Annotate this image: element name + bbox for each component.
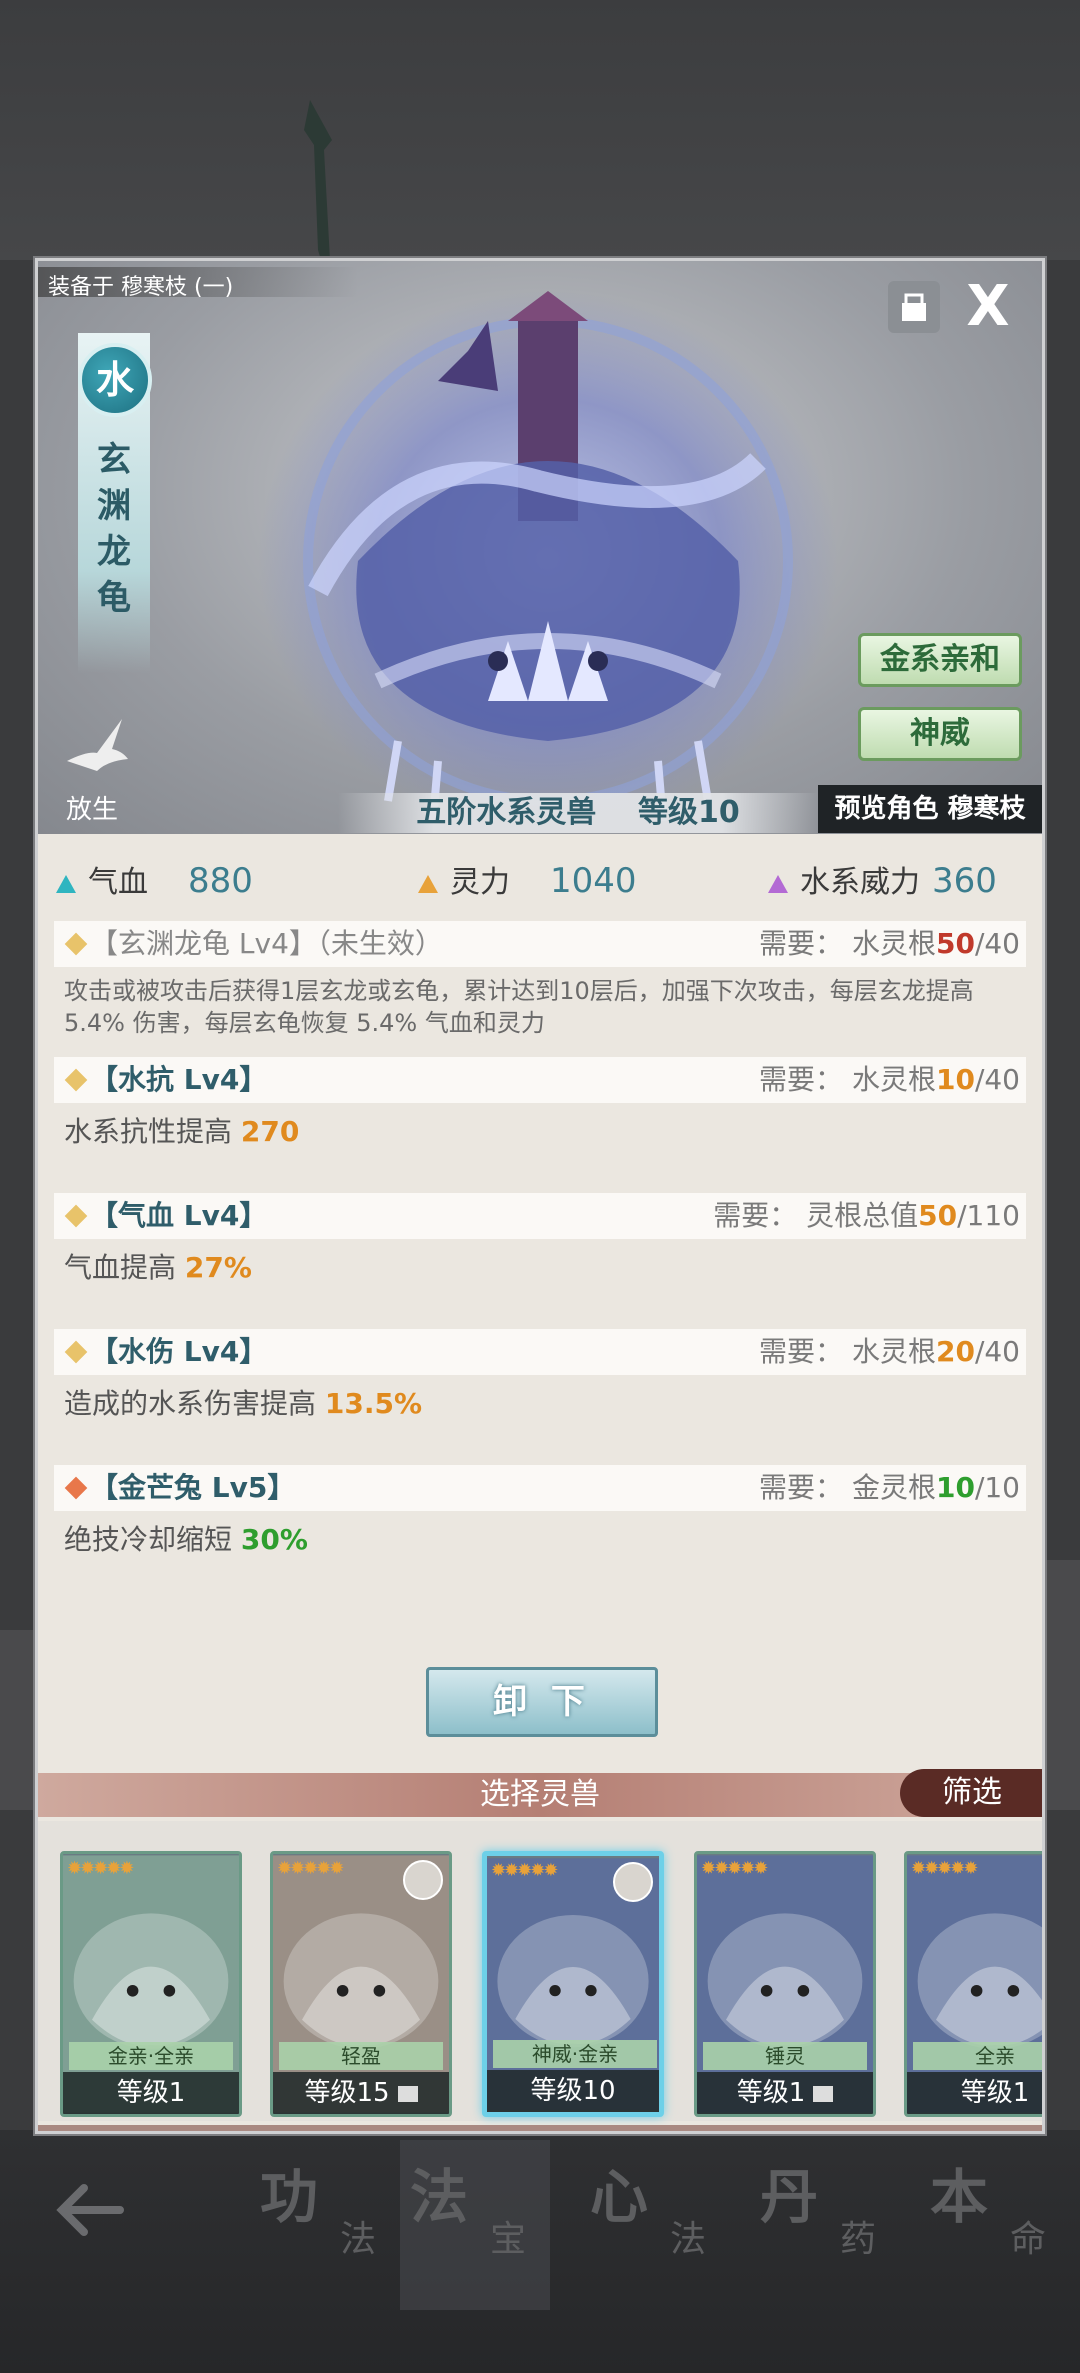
beast-card-level: 等级1 <box>63 2072 239 2114</box>
owner-avatar <box>613 1862 653 1902</box>
preview-character-button[interactable]: 预览角色 穆寒枝 <box>818 785 1042 833</box>
skill-name: 【金芒兔 Lv5】 <box>90 1471 296 1504</box>
close-button[interactable]: X <box>958 277 1018 337</box>
skill-entry: 【金芒兔 Lv5】 需要： 金灵根10/10 绝技冷却缩短 30% <box>54 1465 1026 1569</box>
skill-diamond-icon <box>64 1204 88 1228</box>
skill-diamond-icon <box>64 932 88 956</box>
skill-requirement: 需要： 水灵根10/40 <box>759 1063 1020 1096</box>
element-badge: 水 <box>78 343 152 417</box>
beast-card-tags: 金亲·全亲 <box>69 2042 233 2070</box>
lock-icon <box>397 2085 418 2102</box>
owner-avatar <box>403 1860 443 1900</box>
star-rating-icon: ✹✹✹✹✹ <box>911 1858 978 1879</box>
skill-description: 水系抗性提高 270 <box>64 1115 300 1148</box>
beast-card-tags: 神威·金亲 <box>493 2040 657 2068</box>
beast-rank-banner: 五阶水系灵兽 等级10 <box>338 793 818 833</box>
trait-button-shenwei[interactable]: 神威 <box>858 707 1022 761</box>
skill-diamond-icon <box>64 1476 88 1500</box>
unequip-button[interactable]: 卸 下 <box>426 1667 658 1737</box>
beast-card-tags: 全亲 <box>913 2042 1042 2070</box>
skill-header: 【玄渊龙龟 Lv4】（未生效） 需要： 水灵根50/40 <box>54 921 1026 967</box>
star-rating-icon: ✹✹✹✹✹ <box>701 1858 768 1879</box>
lock-icon[interactable] <box>888 281 940 333</box>
beast-card-tags: 锤灵 <box>703 2042 867 2070</box>
filter-button[interactable]: 筛选 <box>900 1769 1042 1817</box>
bottom-nav: 功 法 法 宝 心 法 丹 药 本 命 <box>0 2140 1080 2340</box>
skill-description: 气血提高 27% <box>64 1251 252 1284</box>
spirit-beast-dialog: 装备于 穆寒枝 (一) 水 玄渊龙龟 X 放生 金系亲和 神威 五阶水系灵兽 等… <box>35 258 1045 2134</box>
background-panel-right <box>1044 1560 1080 1810</box>
beast-card-level: 等级1 <box>697 2072 873 2114</box>
nav-fabao[interactable]: 法 宝 <box>400 2140 550 2310</box>
beast-card[interactable]: ✹✹✹✹✹ 轻盈 等级15 <box>270 1851 452 2117</box>
beast-card[interactable]: ✹✹✹✹✹ 金亲·全亲 等级1 <box>60 1851 242 2117</box>
background-scene <box>0 0 1080 260</box>
skill-entry: 【水抗 Lv4】 需要： 水灵根10/40 水系抗性提高 270 <box>54 1057 1026 1161</box>
skill-requirement: 需要： 灵根总值50/110 <box>713 1199 1020 1232</box>
beast-hero-panel: 装备于 穆寒枝 (一) 水 玄渊龙龟 X 放生 金系亲和 神威 五阶水系灵兽 等… <box>38 261 1042 834</box>
star-rating-icon: ✹✹✹✹✹ <box>277 1858 344 1879</box>
skill-name: 【玄渊龙龟 Lv4】（未生效） <box>90 927 443 960</box>
stat-spirit: 灵力 1040 <box>418 851 637 911</box>
skill-name: 【水抗 Lv4】 <box>90 1063 268 1096</box>
stat-hp: 气血 880 <box>56 851 253 911</box>
skill-requirement: 需要： 水灵根20/40 <box>759 1335 1020 1368</box>
skill-entry: 【玄渊龙龟 Lv4】（未生效） 需要： 水灵根50/40 攻击或被攻击后获得1层玄龙… <box>54 921 1026 1047</box>
bird-icon[interactable] <box>62 711 132 781</box>
skill-name: 【水伤 Lv4】 <box>90 1335 268 1368</box>
back-arrow-icon[interactable] <box>50 2170 130 2250</box>
equipped-label: 装备于 穆寒枝 (一) <box>38 267 358 300</box>
skill-requirement: 需要： 水灵根50/40 <box>759 927 1020 960</box>
stat-water-power: 水系威力 360 <box>768 851 997 911</box>
release-label[interactable]: 放生 <box>66 789 118 826</box>
nav-xinfa[interactable]: 心 法 <box>580 2140 730 2310</box>
select-beast-bar: 选择灵兽 <box>38 1773 1042 1817</box>
beast-card-level: 等级1 <box>907 2072 1042 2114</box>
skill-header: 【水抗 Lv4】 需要： 水灵根10/40 <box>54 1057 1026 1103</box>
stat-water-icon <box>768 874 788 893</box>
skill-diamond-icon <box>64 1340 88 1364</box>
lock-icon <box>813 2085 834 2102</box>
beast-card-level: 等级10 <box>487 2070 659 2112</box>
nav-benming[interactable]: 本 命 <box>920 2140 1070 2310</box>
stats-row: 气血 880 灵力 1040 水系威力 360 <box>38 851 1042 921</box>
beast-name: 玄渊龙龟 <box>97 440 131 618</box>
stat-spirit-icon <box>418 874 438 893</box>
beast-card[interactable]: ✹✹✹✹✹ 神威·金亲 等级10 <box>482 1851 664 2117</box>
sword-icon <box>304 100 332 270</box>
dialog-bottom-border <box>38 2125 1042 2131</box>
beast-card-level: 等级15 <box>273 2072 449 2114</box>
skill-name: 【气血 Lv4】 <box>90 1199 268 1232</box>
skill-description: 攻击或被攻击后获得1层玄龙或玄龟，累计达到10层后，加强下次攻击，每层玄龙提高 … <box>64 977 974 1037</box>
trait-button-metal[interactable]: 金系亲和 <box>858 633 1022 687</box>
stat-hp-icon <box>56 874 76 893</box>
beast-selection-row: ✹✹✹✹✹ 金亲·全亲 等级1 ✹✹✹✹✹ 轻盈 等级15 ✹✹✹✹✹ 神威·金亲 等级10 ✹✹… <box>38 1821 1042 2121</box>
star-rating-icon: ✹✹✹✹✹ <box>491 1860 558 1881</box>
star-rating-icon: ✹✹✹✹✹ <box>67 1858 134 1879</box>
skill-header: 【水伤 Lv4】 需要： 水灵根20/40 <box>54 1329 1026 1375</box>
skill-diamond-icon <box>64 1068 88 1092</box>
background-panel-left <box>0 1630 36 1810</box>
beast-card[interactable]: ✹✹✹✹✹ 锤灵 等级1 <box>694 1851 876 2117</box>
beast-card[interactable]: ✹✹✹✹✹ 全亲 等级1 <box>904 1851 1042 2117</box>
beast-card-tags: 轻盈 <box>279 2042 443 2070</box>
skill-header: 【金芒兔 Lv5】 需要： 金灵根10/10 <box>54 1465 1026 1511</box>
skill-description: 绝技冷却缩短 30% <box>64 1523 308 1556</box>
skill-entry: 【水伤 Lv4】 需要： 水灵根20/40 造成的水系伤害提高 13.5% <box>54 1329 1026 1433</box>
skill-requirement: 需要： 金灵根10/10 <box>759 1471 1020 1504</box>
skill-description: 造成的水系伤害提高 13.5% <box>64 1387 423 1420</box>
beast-artwork <box>258 291 838 831</box>
skill-header: 【气血 Lv4】 需要： 灵根总值50/110 <box>54 1193 1026 1239</box>
skill-entry: 【气血 Lv4】 需要： 灵根总值50/110 气血提高 27% <box>54 1193 1026 1297</box>
nav-danyao[interactable]: 丹 药 <box>750 2140 900 2310</box>
nav-gongfa[interactable]: 功 法 <box>250 2140 400 2310</box>
